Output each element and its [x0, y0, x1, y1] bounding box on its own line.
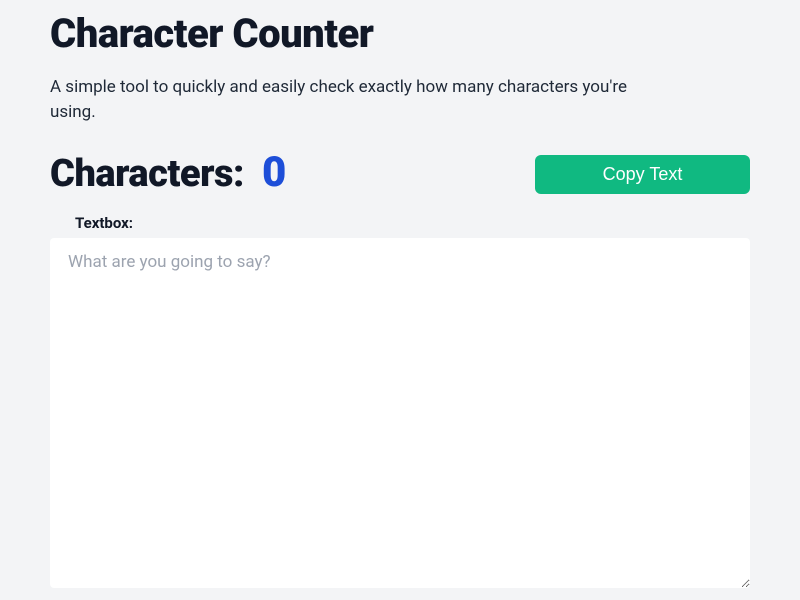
counter-row: Characters: 0 Copy Text: [50, 152, 750, 196]
page-description: A simple tool to quickly and easily chec…: [50, 75, 630, 124]
copy-text-button[interactable]: Copy Text: [535, 155, 750, 194]
counter-display: Characters: 0: [50, 152, 286, 196]
textbox-label: Textbox:: [75, 214, 750, 232]
character-input[interactable]: [50, 238, 750, 588]
counter-label: Characters:: [50, 152, 244, 196]
counter-value: 0: [262, 152, 286, 194]
page-title: Character Counter: [50, 10, 750, 57]
